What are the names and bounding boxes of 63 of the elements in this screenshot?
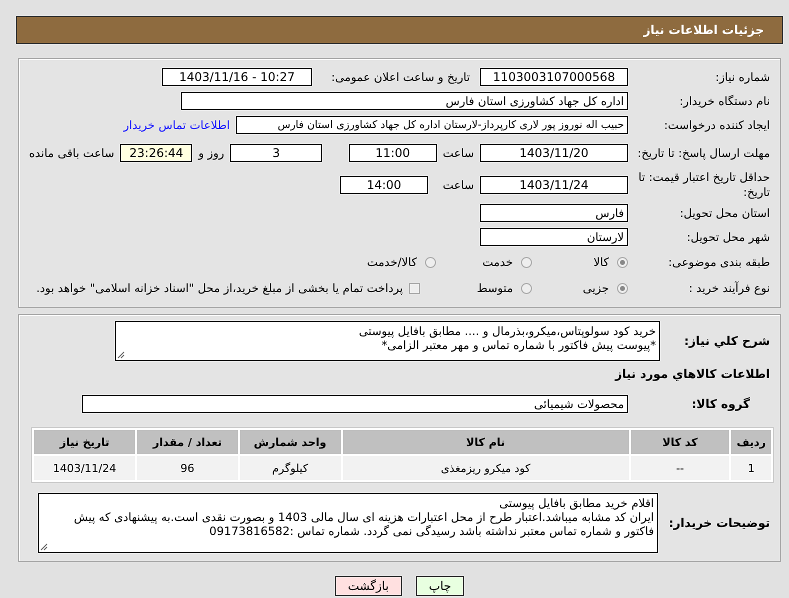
province-field: فارس (480, 204, 628, 222)
remaining-label: ساعت باقی مانده (29, 146, 114, 160)
option-label: کالا (593, 255, 609, 269)
resize-grip-icon (40, 543, 48, 551)
column-header: نام کالا (342, 430, 629, 454)
table-cell: -- (630, 456, 730, 480)
time-label: ساعت (442, 178, 474, 192)
table-cell: 1403/11/24 (34, 456, 136, 480)
column-header: تاریخ نیاز (34, 430, 136, 454)
table-cell: کود میکرو ریزمغذی (342, 456, 629, 480)
radio-button[interactable] (425, 256, 436, 268)
table-cell: کیلوگرم (240, 456, 341, 480)
table-cell: 1 (731, 456, 771, 480)
field-label: گروه کالا: (690, 396, 751, 412)
checkbox-label: پرداخت تمام یا بخشی از مبلغ خرید،از محل "اسناد خزانه اسلامی" خواهد بود. (36, 281, 403, 295)
radio-button[interactable] (521, 282, 532, 294)
page-title: جزئیات اطلاعات نیاز (643, 23, 764, 37)
field-label: استان محل تحویل: (678, 206, 771, 220)
radio-button[interactable] (617, 282, 628, 294)
announce-date-field: 1403/11/16 - 10:27 (162, 68, 312, 86)
field-label: نام دستگاه خریدار: (678, 94, 771, 108)
resize-grip-icon (117, 351, 125, 359)
need-number-field: 1103003107000568 (480, 68, 628, 86)
column-header: واحد شمارش (240, 430, 341, 454)
section-heading: اطلاعات کالاهاي مورد نياز (615, 367, 771, 381)
column-header: تعداد / مقدار (137, 430, 238, 454)
city-field: لارستان (480, 228, 628, 246)
option-label: خدمت (482, 255, 513, 269)
days-field: 3 (230, 144, 322, 162)
time-label: ساعت (442, 146, 474, 160)
back-button[interactable]: بازگشت (334, 576, 402, 596)
option-label: جزیی (582, 281, 609, 295)
buyer-org-field: اداره کل جهاد کشاورزی استان فارس (181, 92, 628, 110)
deadline-date-field: 1403/11/20 (480, 144, 628, 162)
radio-button[interactable] (521, 256, 532, 268)
radio-button[interactable] (617, 256, 628, 268)
table-cell: 96 (137, 456, 238, 480)
notes-textarea[interactable]: اقلام خرید مطابق بافایل پیوستی ایران کد مشابه میباشد.اعتبار طرح از محل اعتبارات هزینه ای سال مالی 1403 و بصورت نقدی است.به پیشنهادی که پیش فاکتور و شماره تماس معتبر نداشته باشد رسیدگی نمی گردد. شماره تماس :09173816582 (38, 493, 658, 553)
goods-group-field: محصولات شیمیائی (82, 395, 628, 413)
field-label: مهلت ارسال پاسخ: تا تاریخ: (636, 146, 771, 160)
validity-time-field: 14:00 (340, 176, 428, 194)
field-label: شهر محل تحویل: (686, 230, 771, 244)
option-label: کالا/خدمت (366, 255, 417, 269)
field-label: طبقه بندی موضوعی: (667, 254, 771, 270)
days-label: روز و (198, 146, 224, 160)
buyer-contact-link[interactable]: اطلاعات تماس خریدار (123, 118, 230, 132)
field-label: شرح کلي نياز: (683, 334, 771, 348)
column-header: ردیف (731, 430, 771, 454)
field-label: نوع فرآیند خرید : (688, 280, 771, 296)
field-label: حداقل تاریخ اعتبار قیمت: تا تاریخ: (637, 170, 771, 200)
description-textarea[interactable]: خرید کود سولوپتاس،میکرو،بذرمال و .... مطابق بافایل پیوستی *پیوست پیش فاکتور با شماره تماس و مهر معتبر الزامی* (115, 321, 660, 361)
option-label: متوسط (476, 281, 513, 295)
print-button[interactable]: چاپ (416, 576, 464, 596)
validity-date-field: 1403/11/24 (480, 176, 628, 194)
field-label: شماره نیاز: (714, 70, 771, 84)
field-label: تاریخ و ساعت اعلان عمومی: (330, 70, 471, 84)
deadline-time-field: 11:00 (348, 144, 437, 162)
column-header: کد کالا (630, 430, 730, 454)
requester-field: حبیب اله نوروز پور لاری کارپرداز-لارستان اداره کل جهاد کشاورزی استان فارس (236, 116, 628, 134)
field-label: توضیحات خریدار: (668, 516, 771, 530)
field-label: ایجاد کننده درخواست: (663, 118, 771, 132)
remaining-time-field: 23:26:44 (120, 144, 192, 162)
checkbox[interactable] (409, 282, 420, 294)
